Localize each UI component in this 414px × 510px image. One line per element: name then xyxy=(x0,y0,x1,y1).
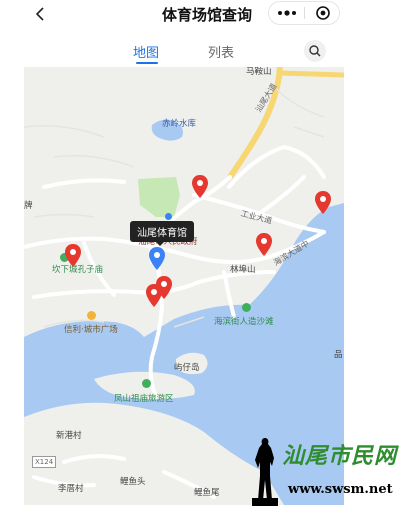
venue-pin-icon[interactable] xyxy=(314,190,332,216)
watermark-url: www.swsm.net xyxy=(288,482,393,497)
venue-pin-icon[interactable] xyxy=(64,243,82,269)
target-close-icon xyxy=(316,6,330,20)
close-button[interactable] xyxy=(305,2,341,24)
map-label: 李厝村 xyxy=(58,484,84,494)
map-label: 新港村 xyxy=(56,431,82,441)
beach-poi-icon xyxy=(242,303,251,312)
selected-venue-pin-icon[interactable] xyxy=(148,246,166,272)
map-label: 林埠山 xyxy=(230,265,256,275)
tab-map[interactable]: 地图 xyxy=(133,42,159,61)
map-label: 赤岭水库 xyxy=(162,119,197,129)
statue-silhouette-icon xyxy=(252,438,278,506)
watermark-logo-text: 汕尾市民网 xyxy=(282,443,398,469)
active-tab-indicator xyxy=(136,62,158,64)
more-button[interactable] xyxy=(269,2,305,24)
watermark: 汕尾市民网 www.swsm.net xyxy=(244,436,414,508)
nav-bar: 体育场馆查询 xyxy=(0,0,414,30)
map-label: 信利·城市广场 xyxy=(64,325,118,335)
map-label: 品 xyxy=(334,350,343,360)
page-title: 体育场馆查询 xyxy=(161,6,252,24)
map-label: 鲤鱼尾 xyxy=(194,488,220,498)
shopping-poi-icon xyxy=(87,311,96,320)
search-icon xyxy=(309,45,321,57)
venue-pin-icon[interactable] xyxy=(255,232,273,258)
map-label: 鲤鱼头 xyxy=(120,477,146,487)
mini-program-capsule xyxy=(268,1,340,25)
tab-list[interactable]: 列表 xyxy=(208,42,234,61)
venue-pin-icon[interactable] xyxy=(145,283,163,309)
nav-poi-icon xyxy=(165,213,172,220)
selected-venue-tooltip[interactable]: 汕尾体育馆 xyxy=(130,221,194,246)
venue-pin-icon[interactable] xyxy=(191,174,209,200)
map-label: 马鞍山 xyxy=(246,67,272,77)
map-label: 牌 xyxy=(24,201,33,211)
scenic-poi-icon xyxy=(142,379,151,388)
map-label: 凤山祖庙旅游区 xyxy=(114,394,174,404)
map-label: 屿仔岛 xyxy=(174,363,200,373)
more-dots-icon xyxy=(278,10,296,16)
search-button[interactable] xyxy=(304,40,326,62)
map-label: 海滨街人造沙滩 xyxy=(214,317,274,327)
road-badge: X124 xyxy=(32,456,57,468)
